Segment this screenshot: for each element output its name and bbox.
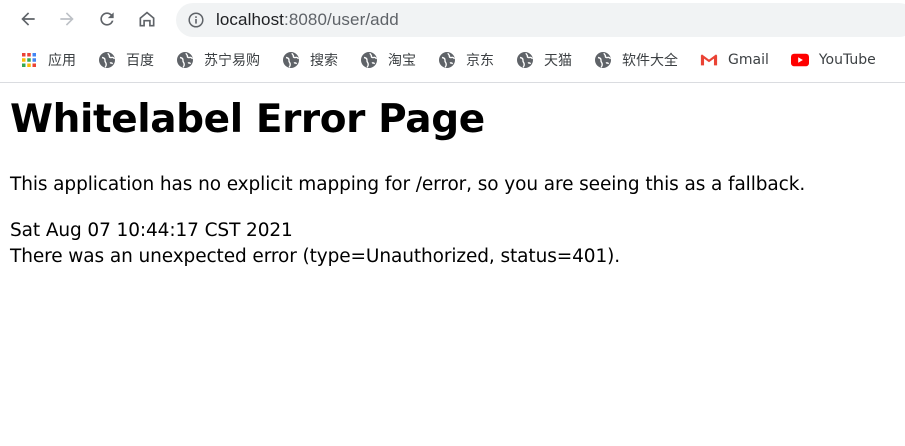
error-timestamp: Sat Aug 07 10:44:17 CST 2021 xyxy=(10,220,293,241)
bookmark-label: Gmail xyxy=(728,52,769,68)
forward-button[interactable] xyxy=(51,3,83,35)
bookmark-label: 百度 xyxy=(126,53,154,69)
home-icon xyxy=(139,11,155,27)
bookmark-apps[interactable]: 应用 xyxy=(20,46,84,74)
globe-icon xyxy=(176,51,194,69)
apps-grid-icon xyxy=(20,51,38,69)
bookmark-jd[interactable]: 京东 xyxy=(438,46,502,74)
page-title: Whitelabel Error Page xyxy=(10,97,485,142)
bookmark-gmail[interactable]: Gmail xyxy=(700,46,777,74)
gmail-icon xyxy=(700,51,718,69)
back-button[interactable] xyxy=(12,3,44,35)
page-content: Whitelabel Error Page This application h… xyxy=(10,90,900,270)
bookmark-label: 应用 xyxy=(48,53,76,69)
forward-arrow-icon xyxy=(60,12,74,26)
bookmark-label: 天猫 xyxy=(544,53,572,69)
reload-button[interactable] xyxy=(91,3,123,35)
bookmark-suning[interactable]: 苏宁易购 xyxy=(176,46,268,74)
toolbar-divider xyxy=(0,82,905,83)
globe-icon xyxy=(516,51,534,69)
bookmark-label: 搜索 xyxy=(310,53,338,69)
back-arrow-icon xyxy=(21,12,35,26)
bookmark-search[interactable]: 搜索 xyxy=(282,46,346,74)
error-message: This application has no explicit mapping… xyxy=(10,174,806,195)
bookmark-label: 软件大全 xyxy=(622,53,678,69)
bookmark-taobao[interactable]: 淘宝 xyxy=(360,46,424,74)
bookmark-tmall[interactable]: 天猫 xyxy=(516,46,580,74)
home-button[interactable] xyxy=(131,3,163,35)
globe-icon xyxy=(282,51,300,69)
reload-icon xyxy=(100,12,114,26)
bookmark-baidu[interactable]: 百度 xyxy=(98,46,162,74)
bookmarks-bar: 应用 百度 苏宁易购 搜索 淘宝 京东 天猫 软件大全 Gmail YouTub… xyxy=(0,44,905,76)
globe-icon xyxy=(360,51,378,69)
globe-icon xyxy=(594,51,612,69)
youtube-icon xyxy=(790,51,809,69)
browser-toolbar: localhost:8080/user/add xyxy=(0,0,905,40)
url-path: :8080/user/add xyxy=(284,10,399,29)
address-bar[interactable]: localhost:8080/user/add xyxy=(176,3,905,37)
bookmark-software[interactable]: 软件大全 xyxy=(594,46,686,74)
globe-icon xyxy=(438,51,456,69)
bookmark-label: 淘宝 xyxy=(388,53,416,69)
bookmark-label: 京东 xyxy=(466,53,494,69)
url-host: localhost xyxy=(216,10,284,29)
globe-icon xyxy=(98,51,116,69)
bookmark-youtube[interactable]: YouTube xyxy=(790,46,884,74)
error-details: Sat Aug 07 10:44:17 CST 2021 There was a… xyxy=(10,218,900,270)
url-text[interactable]: localhost:8080/user/add xyxy=(216,10,399,30)
bookmark-label: YouTube xyxy=(818,52,876,68)
error-status: There was an unexpected error (type=Unau… xyxy=(10,246,621,267)
bookmark-label: 苏宁易购 xyxy=(204,53,260,69)
info-icon[interactable] xyxy=(188,12,204,28)
